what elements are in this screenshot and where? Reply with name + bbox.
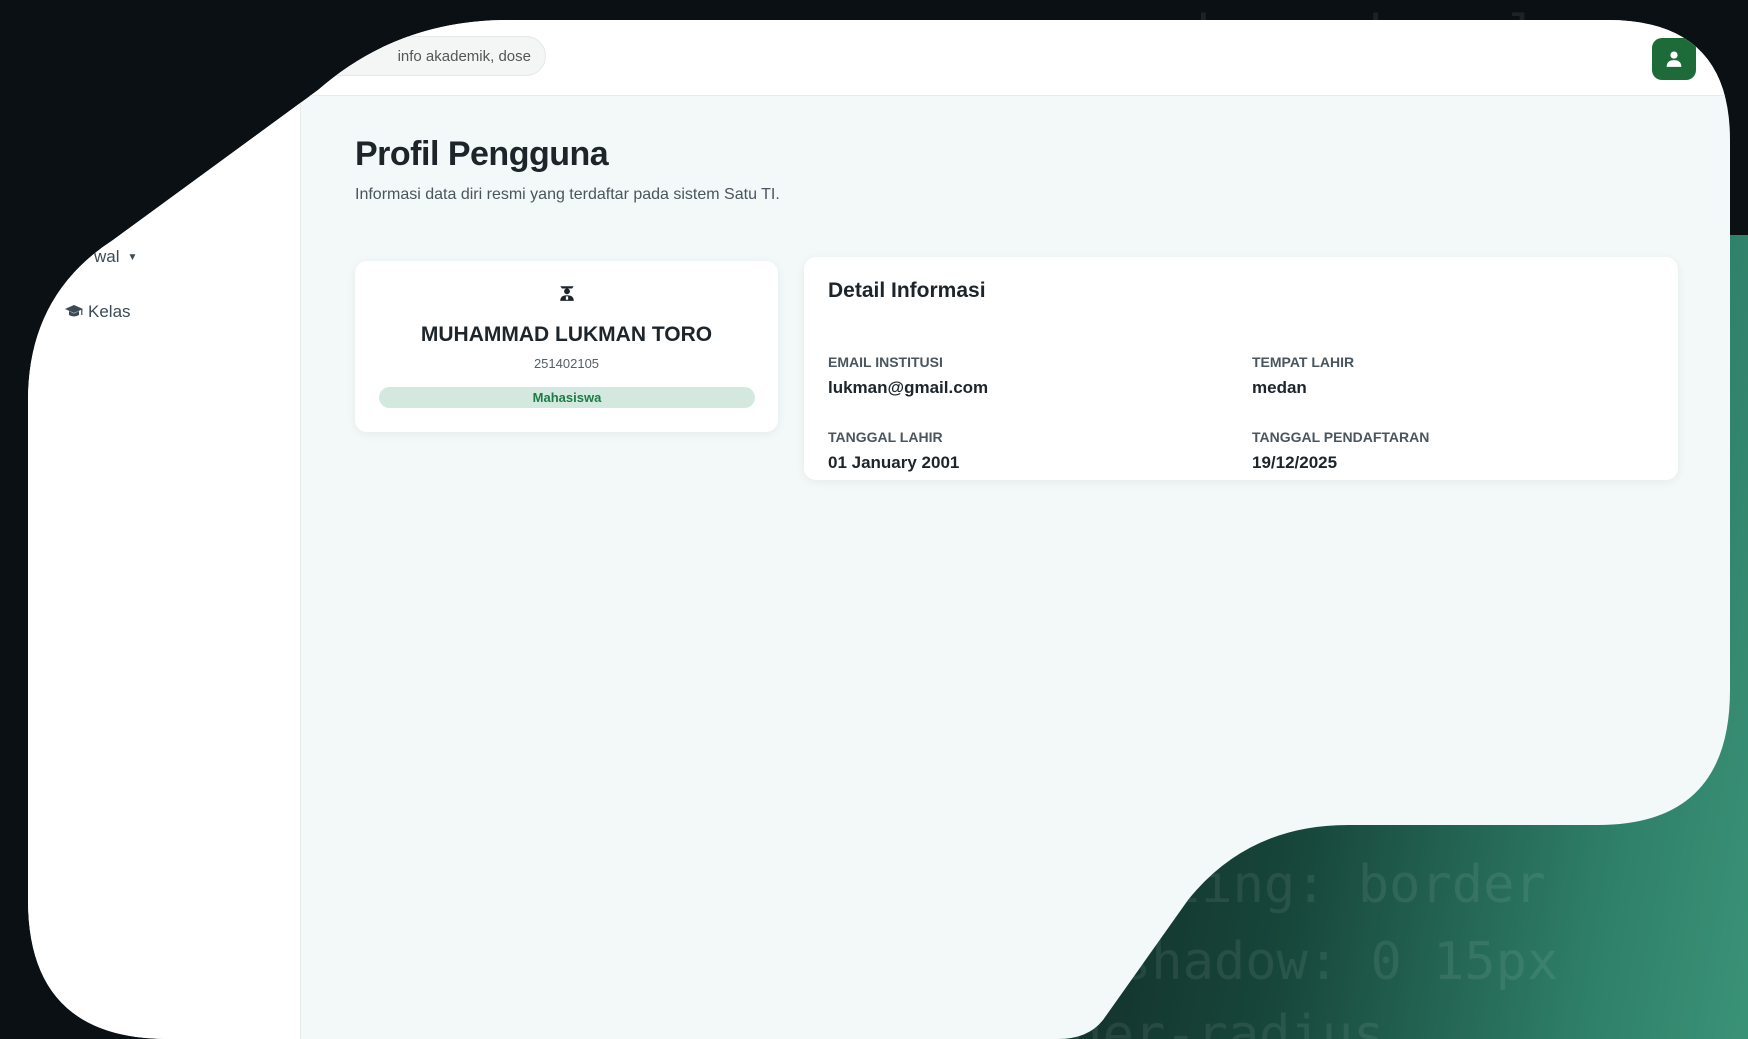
student-icon	[558, 284, 576, 302]
field-label: EMAIL INSTITUSI	[828, 354, 943, 370]
detail-card: Detail Informasi EMAIL INSTITUSI lukman@…	[804, 257, 1678, 480]
page-subtitle: Informasi data diri resmi yang terdaftar…	[355, 186, 780, 203]
field-value: 01 January 2001	[828, 453, 960, 472]
field-label: TEMPAT LAHIR	[1252, 354, 1355, 370]
profile-name: MUHAMMAD LUKMAN TORO	[420, 323, 713, 346]
sidebar-item-label: Kelas	[88, 302, 131, 321]
field-email: EMAIL INSTITUSI lukman@gmail.com	[828, 354, 988, 398]
profile-nim: 251402105	[533, 356, 600, 371]
field-registration-date: TANGGAL PENDAFTARAN 19/12/2025	[1252, 429, 1429, 473]
field-value: medan	[1252, 378, 1307, 397]
field-birthdate: TANGGAL LAHIR 01 January 2001	[828, 429, 959, 473]
profile-icon-wrapper	[355, 284, 778, 302]
field-value: 19/12/2025	[1252, 453, 1338, 472]
page-title: Profil Pengguna	[355, 135, 609, 173]
sidebar-item-jadwal[interactable]: wal ▼	[94, 247, 137, 267]
caret-down-icon: ▼	[127, 251, 138, 263]
background-code-line: zing: border	[1170, 855, 1546, 915]
graduation-cap-icon	[64, 304, 84, 320]
role-badge: Mahasiswa	[379, 387, 755, 408]
field-birthplace: TEMPAT LAHIR medan	[1252, 354, 1354, 398]
field-value: lukman@gmail.com	[828, 378, 989, 397]
field-label: TANGGAL LAHIR	[828, 429, 943, 445]
detail-title: Detail Informasi	[828, 279, 986, 302]
field-label: TANGGAL PENDAFTARAN	[1252, 429, 1430, 445]
profile-card: MUHAMMAD LUKMAN TORO 251402105 Mahasiswa	[355, 261, 778, 432]
background-code-line: shadow: 0 15px	[1120, 932, 1559, 992]
user-icon	[1665, 50, 1683, 68]
user-menu-button[interactable]	[1652, 38, 1696, 80]
sidebar-item-kelas[interactable]: Kelas	[64, 302, 131, 322]
